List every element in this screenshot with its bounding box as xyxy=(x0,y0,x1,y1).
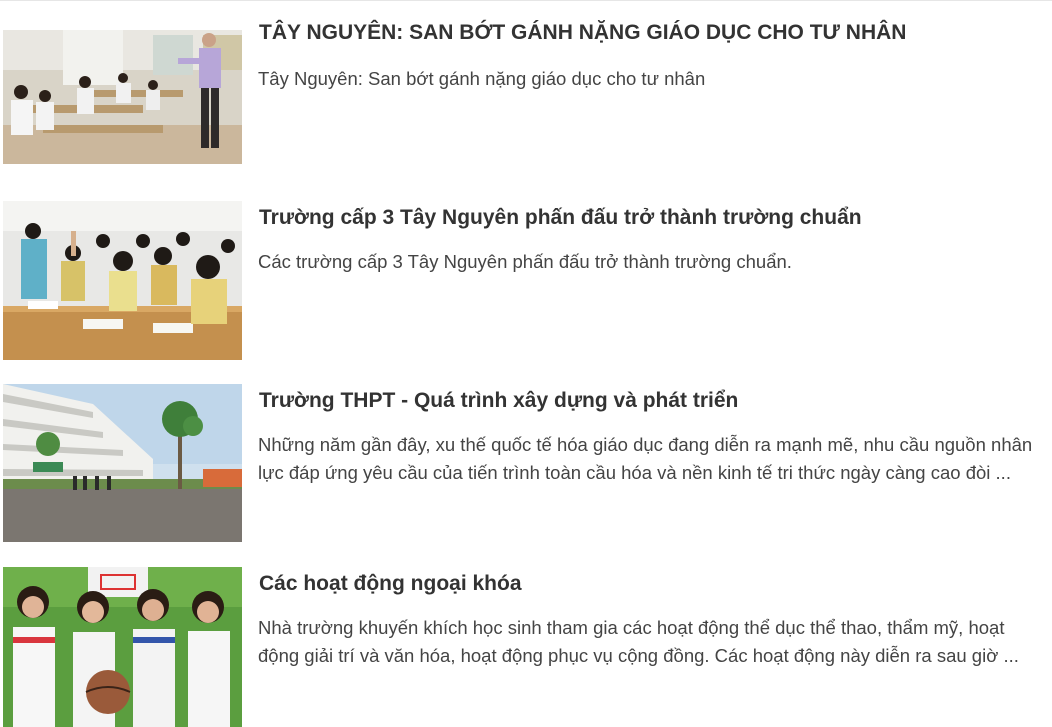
article-thumbnail[interactable] xyxy=(3,567,242,727)
article-title-link[interactable]: Trường cấp 3 Tây Nguyên phấn đấu trở thà… xyxy=(259,204,1049,232)
article-thumbnail[interactable] xyxy=(3,30,242,164)
article-title-link[interactable]: TÂY NGUYÊN: SAN BỚT GÁNH NẶNG GIÁO DỤC C… xyxy=(259,19,1049,47)
school-building-image xyxy=(3,384,242,542)
article-summary: Những năm gần đây, xu thế quốc tế hóa gi… xyxy=(258,434,1033,483)
students-raising-hands-image xyxy=(3,201,242,360)
article-title-link[interactable]: Các hoạt động ngoại khóa xyxy=(259,570,1049,598)
article-title-link[interactable]: Trường THPT - Quá trình xây dựng và phát… xyxy=(259,387,1049,415)
article-summary: Các trường cấp 3 Tây Nguyên phấn đấu trở… xyxy=(258,251,792,272)
article-thumbnail[interactable] xyxy=(3,384,242,542)
article-thumbnail[interactable] xyxy=(3,201,242,360)
news-list: TÂY NGUYÊN: SAN BỚT GÁNH NẶNG GIÁO DỤC C… xyxy=(0,0,1052,727)
article-summary: Tây Nguyên: San bớt gánh nặng giáo dục c… xyxy=(258,68,706,89)
classroom-teacher-image xyxy=(3,30,242,164)
article-summary: Nhà trường khuyến khích học sinh tham gi… xyxy=(258,617,1019,666)
basketball-girls-image xyxy=(3,567,242,727)
